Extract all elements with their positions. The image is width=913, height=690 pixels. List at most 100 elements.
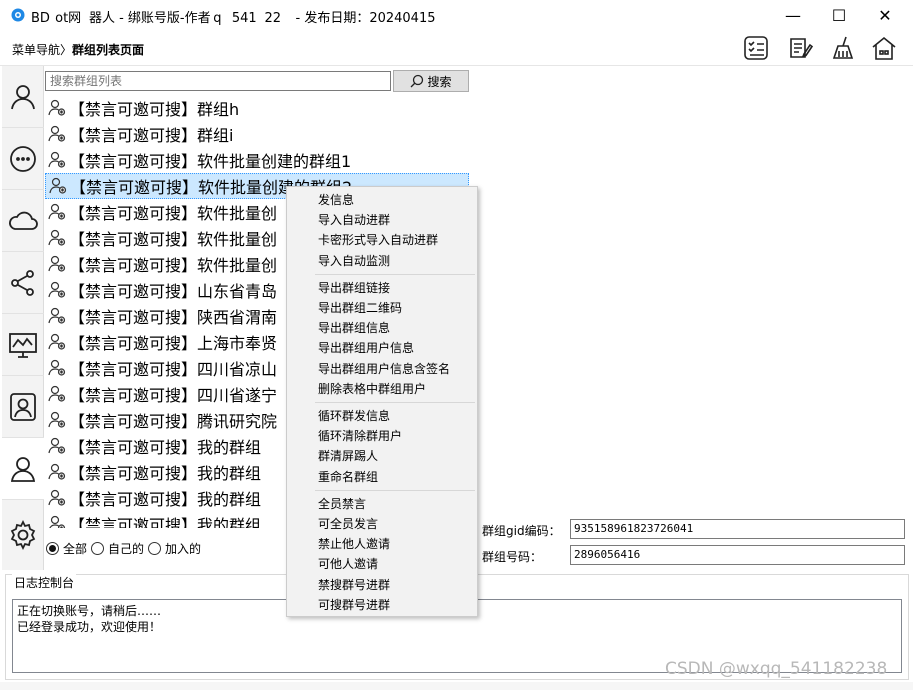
group-row[interactable]: 【禁言可邀可搜】软件批量创建的群组1: [45, 147, 469, 173]
menu-separator: [315, 489, 475, 491]
menu-item[interactable]: 循环清除群用户: [318, 426, 402, 446]
menu-item[interactable]: 重命名群组: [318, 467, 378, 487]
maximize-button[interactable]: ☐: [816, 0, 862, 30]
group-name: 【禁言可邀可搜】腾讯研究院: [69, 412, 278, 431]
search-button[interactable]: 搜索: [393, 70, 469, 92]
menu-item[interactable]: 全员禁言: [318, 494, 366, 514]
search-icon: [411, 74, 424, 88]
group-row[interactable]: 【禁言可邀可搜】群组h: [45, 95, 469, 121]
log-line: 已经登录成功，欢迎使用！: [17, 620, 162, 634]
group-number-label: 群组号码：: [482, 550, 543, 564]
menu-item[interactable]: 导出群组二维码: [318, 298, 402, 318]
group-name: 【禁言可邀可搜】我的群组: [69, 490, 262, 509]
monitor-chart-icon: [9, 332, 37, 358]
group-user-icon: [48, 437, 66, 454]
filter-radio-joined[interactable]: [148, 542, 162, 555]
notes-edit-icon[interactable]: [786, 34, 814, 62]
close-button[interactable]: ✕: [862, 0, 908, 30]
menu-item[interactable]: 禁止他人邀请: [318, 534, 390, 554]
gid-label: 群组gid编码：: [482, 524, 561, 538]
group-user-icon: [48, 125, 66, 142]
group-row[interactable]: 【禁言可邀可搜】群组i: [45, 121, 469, 147]
sidebar: [2, 66, 44, 570]
sidebar-item-share[interactable]: [2, 252, 44, 314]
filter-label-own: 自己的: [108, 542, 145, 556]
filter-radio-own[interactable]: [91, 542, 105, 555]
group-name: 【禁言可邀可搜】群组i: [69, 126, 234, 145]
sidebar-item-messages[interactable]: [2, 128, 44, 190]
contact-card-icon: [10, 392, 36, 421]
group-name: 【禁言可邀可搜】我的群组: [69, 464, 262, 483]
menu-item[interactable]: 可全员发言: [318, 514, 378, 534]
group-user-icon: [48, 229, 66, 246]
filter-radio-all[interactable]: [46, 542, 59, 555]
sidebar-item-settings[interactable]: [2, 500, 44, 570]
breadcrumb-root[interactable]: 菜单导航: [12, 43, 60, 57]
menu-item[interactable]: 卡密形式导入自动进群: [318, 230, 438, 250]
menu-item[interactable]: 发信息: [318, 190, 354, 210]
group-user-icon: [48, 255, 66, 272]
breadcrumb: 菜单导航〉群组列表页面: [12, 41, 144, 58]
home-icon[interactable]: [870, 34, 898, 62]
share-icon: [11, 269, 34, 296]
group-number-field[interactable]: 2896056416: [570, 545, 905, 565]
minimize-button[interactable]: —: [770, 0, 816, 30]
menu-separator: [315, 273, 475, 275]
menu-item[interactable]: 删除表格中群组用户: [318, 379, 426, 399]
watermark: CSDN @wxqq_541182238: [665, 659, 888, 679]
breadcrumb-separator: 〉: [60, 43, 73, 57]
status-bar: [0, 682, 913, 690]
nav-bar: 菜单导航〉群组列表页面: [0, 30, 913, 66]
sidebar-item-cloud[interactable]: [2, 190, 44, 252]
window-title: BD ot网 器人 - 绑账号版-作者 q 541 22 - 发布日期：2024…: [31, 11, 436, 26]
group-user-icon: [49, 515, 66, 528]
search-input[interactable]: [45, 71, 391, 91]
log-title: 日志控制台: [12, 574, 77, 591]
group-name: 【禁言可邀可搜】我的群组: [69, 438, 262, 457]
group-user-icon: [48, 151, 66, 168]
group-name: 【禁言可邀可搜】软件批量创: [69, 230, 278, 249]
title-bar: BD ot网 器人 - 绑账号版-作者 q 541 22 - 发布日期：2024…: [0, 0, 913, 30]
menu-item[interactable]: 导入自动监测: [318, 251, 390, 271]
group-user-icon: [48, 99, 66, 116]
sidebar-item-monitor[interactable]: [2, 314, 44, 376]
group-name: 【禁言可邀可搜】软件批量创: [69, 204, 278, 223]
menu-item[interactable]: 可他人邀请: [318, 554, 378, 574]
menu-item[interactable]: 循环群发信息: [318, 406, 390, 426]
group-name: 【禁言可邀可搜】山东省青岛: [69, 282, 278, 301]
menu-item[interactable]: 群清屏踢人: [318, 446, 378, 466]
filter-label-joined: 加入的: [165, 542, 202, 556]
menu-item[interactable]: 禁搜群号进群: [318, 575, 390, 595]
group-user-icon: [48, 359, 66, 376]
gid-field[interactable]: 935158961823726041: [570, 519, 905, 539]
group-user-icon: [48, 463, 66, 480]
group-name: 【禁言可邀可搜】软件批量创建的群组1: [69, 152, 352, 171]
group-user-icon: [48, 307, 66, 324]
menu-item[interactable]: 导出群组用户信息: [318, 338, 414, 358]
group-user-icon: [48, 489, 66, 506]
group-name: 【禁言可邀可搜】四川省遂宁: [69, 386, 278, 405]
group-user-icon: [49, 177, 67, 194]
breadcrumb-current: 群组列表页面: [72, 43, 145, 57]
group-name: 【禁言可邀可搜】我的群组: [69, 516, 262, 528]
sidebar-item-contacts[interactable]: [2, 376, 44, 438]
menu-item[interactable]: 导出群组链接: [318, 278, 390, 298]
group-user-icon: [48, 333, 66, 350]
sidebar-item-account[interactable]: [2, 66, 44, 128]
cloud-icon: [9, 211, 38, 230]
menu-item[interactable]: 导出群组用户信息含签名: [318, 359, 450, 379]
group-name: 【禁言可邀可搜】群组h: [69, 100, 240, 119]
checklist-icon[interactable]: [742, 34, 770, 62]
sidebar-item-groups[interactable]: [2, 438, 44, 500]
menu-item[interactable]: 可搜群号进群: [318, 595, 390, 615]
group-user-icon: [48, 411, 66, 428]
app-logo-icon: [11, 8, 25, 22]
search-button-label: 搜索: [427, 74, 452, 89]
menu-item[interactable]: 导出群组信息: [318, 318, 390, 338]
group-user-icon: [48, 281, 66, 298]
menu-item[interactable]: 导入自动进群: [318, 210, 390, 230]
menu-separator: [315, 402, 475, 403]
broom-icon[interactable]: [829, 34, 857, 62]
group-filter: 全部 自己的 加入的: [46, 540, 205, 557]
group-name: 【禁言可邀可搜】四川省凉山: [69, 360, 278, 379]
